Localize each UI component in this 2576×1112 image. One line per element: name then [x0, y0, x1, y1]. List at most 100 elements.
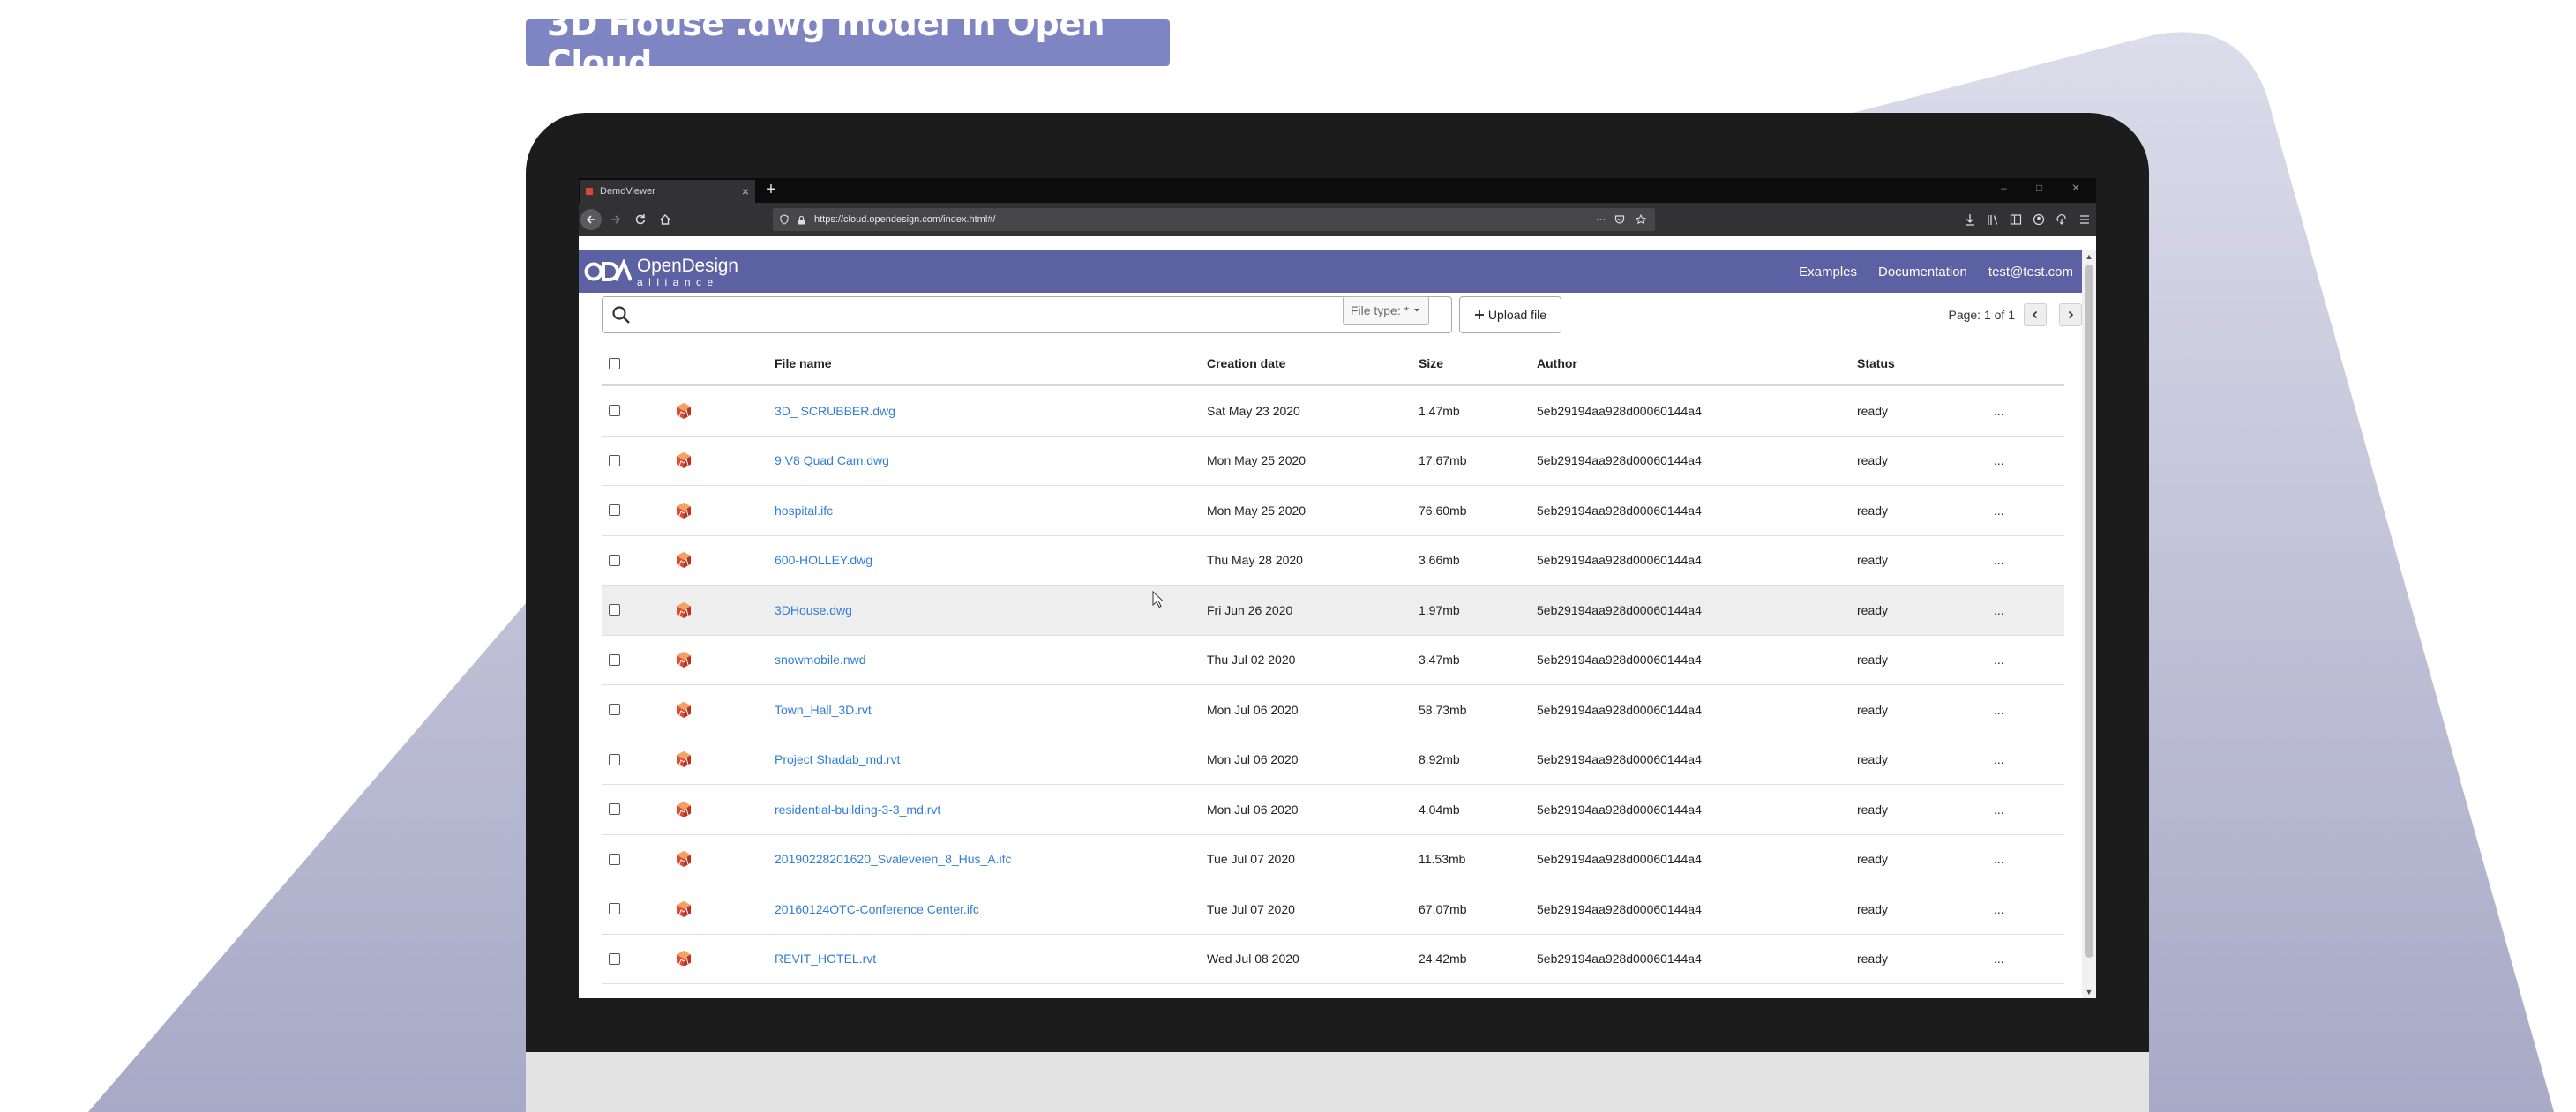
row-actions-menu[interactable]: ... — [1994, 486, 2004, 535]
new-tab-button[interactable]: + — [760, 180, 782, 201]
table-row[interactable]: Town_Hall_3D.rvt Mon Jul 06 2020 58.73mb 5e… — [602, 685, 2064, 735]
table-row[interactable]: REVIT_HOTEL.rvt Wed Jul 08 2020 24.42mb 5eb… — [602, 935, 2064, 984]
minimize-button[interactable]: – — [2001, 182, 2007, 194]
row-actions-menu[interactable]: ... — [1994, 785, 2004, 834]
search-input[interactable] — [640, 298, 1451, 332]
row-checkbox[interactable] — [609, 504, 620, 517]
row-actions-menu[interactable]: ... — [1994, 935, 2004, 984]
bookmark-star-icon[interactable] — [1636, 214, 1646, 225]
table-row[interactable]: 3D_ SCRUBBER.dwg Sat May 23 2020 1.47mb 5eb… — [602, 386, 2064, 437]
sidebar-icon[interactable] — [2010, 209, 2022, 230]
table-row[interactable]: snowmobile.nwd Thu Jul 02 2020 3.47mb 5eb29… — [602, 636, 2064, 685]
file-name-link[interactable]: REVIT_HOTEL.rvt — [775, 935, 876, 984]
row-select-cell — [609, 735, 620, 785]
reload-button[interactable] — [630, 209, 651, 230]
page-actions-icon[interactable]: ··· — [1596, 214, 1606, 225]
prev-page-button[interactable] — [2024, 303, 2047, 326]
file-type-icon — [677, 552, 691, 569]
row-checkbox[interactable] — [609, 803, 620, 816]
row-checkbox[interactable] — [609, 952, 620, 965]
row-actions-menu[interactable]: ... — [1994, 437, 2004, 486]
upload-file-button[interactable]: Upload file — [1459, 296, 1561, 333]
table-row[interactable]: hospital.ifc Mon May 25 2020 76.60mb 5eb291… — [602, 486, 2064, 536]
download-icon[interactable] — [1964, 209, 1976, 230]
header-size[interactable]: Size — [1419, 342, 1443, 384]
library-icon[interactable] — [1987, 209, 1999, 230]
file-name-link[interactable]: residential-building-3-3_md.rvt — [775, 785, 940, 834]
row-checkbox[interactable] — [609, 604, 620, 616]
row-checkbox[interactable] — [609, 753, 620, 765]
forward-button[interactable] — [605, 209, 626, 230]
search-box[interactable] — [602, 296, 1452, 333]
headline-banner: 3D House .dwg model in Open Cloud — [526, 4, 1170, 82]
header-file-name[interactable]: File name — [775, 342, 832, 384]
page-scrollbar[interactable]: ▲ ▼ — [2082, 250, 2096, 998]
scroll-up-icon[interactable]: ▲ — [2082, 250, 2096, 263]
file-icon-cell — [674, 685, 693, 735]
file-name-link[interactable]: Town_Hall_3D.rvt — [775, 685, 872, 735]
header-creation-date[interactable]: Creation date — [1207, 342, 1285, 384]
lock-icon — [798, 215, 805, 224]
row-select-cell — [609, 884, 620, 934]
pocket-icon[interactable] — [1614, 214, 1625, 225]
table-row[interactable]: 9 V8 Quad Cam.dwg Mon May 25 2020 17.67mb 5… — [602, 437, 2064, 486]
file-type-icon — [677, 452, 691, 469]
table-row[interactable]: 20160124OTC-Conference Center.ifc Tue Jul… — [602, 884, 2064, 935]
back-button[interactable] — [580, 209, 602, 230]
hamburger-menu-icon[interactable] — [2078, 209, 2091, 230]
file-name-link[interactable]: 3D_ SCRUBBER.dwg — [775, 386, 895, 436]
file-name-link[interactable]: Project Shadab_md.rvt — [775, 735, 900, 785]
nav-user-email[interactable]: test@test.com — [1988, 265, 2073, 280]
file-type-dropdown[interactable]: File type: * — [1343, 296, 1429, 325]
status-text: ready — [1857, 752, 1889, 767]
account-icon[interactable] — [2033, 209, 2045, 230]
row-checkbox[interactable] — [609, 405, 620, 417]
file-type-icon — [677, 502, 691, 519]
next-page-button[interactable] — [2059, 303, 2082, 326]
file-name-link[interactable]: 9 V8 Quad Cam.dwg — [775, 437, 889, 486]
scroll-down-icon[interactable]: ▼ — [2082, 986, 2096, 998]
header-status[interactable]: Status — [1857, 342, 1895, 384]
caret-down-icon — [1414, 309, 1420, 312]
row-actions-menu[interactable]: ... — [1994, 536, 2004, 586]
nav-documentation[interactable]: Documentation — [1878, 265, 1967, 280]
row-checkbox[interactable] — [609, 454, 620, 466]
row-actions-menu[interactable]: ... — [1994, 386, 2004, 436]
row-actions-menu[interactable]: ... — [1994, 685, 2004, 735]
table-row[interactable]: 3DHouse.dwg Fri Jun 26 2020 1.97mb 5eb29194… — [602, 586, 2064, 636]
tab-close-icon[interactable]: × — [736, 184, 755, 198]
file-size: 58.73mb — [1419, 702, 1467, 717]
file-name-link[interactable]: 3DHouse.dwg — [775, 586, 852, 635]
browser-tab[interactable]: DemoViewer × — [580, 180, 755, 203]
row-actions-menu[interactable]: ... — [1994, 735, 2004, 785]
row-actions-menu[interactable]: ... — [1994, 884, 2004, 934]
row-actions-menu[interactable]: ... — [1994, 636, 2004, 685]
row-checkbox[interactable] — [609, 653, 620, 666]
table-row[interactable]: residential-building-3-3_md.rvt Mon Jul 0… — [602, 785, 2064, 835]
close-window-button[interactable]: ✕ — [2071, 182, 2080, 194]
table-row[interactable]: Project Shadab_md.rvt Mon Jul 06 2020 8.92… — [602, 735, 2064, 785]
file-name-link[interactable]: 600-HOLLEY.dwg — [775, 536, 872, 586]
row-checkbox[interactable] — [609, 554, 620, 566]
row-actions-menu[interactable]: ... — [1994, 835, 2004, 884]
scrollbar-thumb[interactable] — [2085, 265, 2093, 958]
file-name-link[interactable]: hospital.ifc — [775, 486, 833, 535]
row-checkbox[interactable] — [609, 903, 620, 915]
file-type-icon — [677, 601, 691, 618]
row-actions-menu[interactable]: ... — [1994, 586, 2004, 635]
maximize-button[interactable]: □ — [2036, 182, 2042, 194]
address-bar[interactable]: https://cloud.opendesign.com/index.html#… — [773, 208, 1655, 231]
row-checkbox[interactable] — [609, 853, 620, 865]
row-checkbox[interactable] — [609, 704, 620, 716]
nav-examples[interactable]: Examples — [1799, 265, 1857, 280]
home-button[interactable] — [655, 209, 676, 230]
file-name-link[interactable]: 20190228201620_Svaleveien_8_Hus_A.ifc — [775, 835, 1012, 884]
file-name-link[interactable]: 20160124OTC-Conference Center.ifc — [775, 884, 979, 934]
oda-logo[interactable]: OpenDesign alliance — [584, 256, 738, 287]
table-row[interactable]: 600-HOLLEY.dwg Thu May 28 2020 3.66mb 5eb29… — [602, 536, 2064, 586]
header-author[interactable]: Author — [1537, 342, 1577, 384]
file-name-link[interactable]: snowmobile.nwd — [775, 636, 866, 685]
select-all-checkbox[interactable] — [609, 357, 620, 369]
table-row[interactable]: 20190228201620_Svaleveien_8_Hus_A.ifc Tue… — [602, 835, 2064, 884]
sync-icon[interactable] — [2056, 209, 2068, 230]
